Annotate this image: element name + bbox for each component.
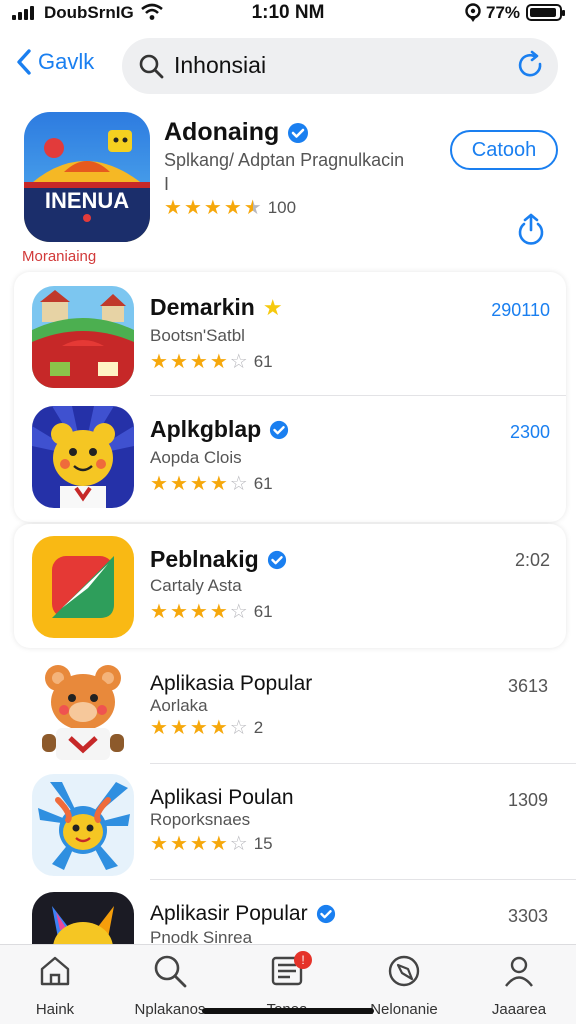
- star-rating: ★ ★ ★ ★ ☆: [150, 717, 248, 739]
- crown-icon: ★: [262, 294, 283, 320]
- featured-subtitle: Splkang/ Adptan Pragnulkacin I: [164, 148, 444, 196]
- rating-count: 2: [253, 718, 264, 737]
- list-item[interactable]: Aplikasir Popular Pnodk Sinrea 3303: [0, 880, 576, 944]
- featured-icon-text: INENUA: [45, 188, 129, 213]
- search-input-text[interactable]: Inhonsiai: [174, 52, 266, 79]
- star-icon: ★: [203, 197, 222, 219]
- list-item[interactable]: Aplkgblap Aopda Clois ★ ★ ★ ★ ☆ 61 2300: [14, 396, 566, 522]
- person-icon: [505, 956, 533, 987]
- featured-subtitle-text: Splkang/ Adptan Pragnulkacin: [164, 150, 405, 170]
- compass-icon: [388, 955, 420, 987]
- verified-icon: [270, 420, 289, 439]
- app-subtitle: Aopda Clois: [150, 448, 242, 467]
- verified-icon: [288, 122, 309, 143]
- star-icon: ★: [183, 197, 202, 219]
- status-bar: DoubSrnIG 1:10 NM 77%: [0, 0, 576, 26]
- rating-count: 15: [253, 834, 273, 853]
- back-label: Gavlk: [38, 49, 95, 74]
- app-rating: ★ ★ ★ ★ ☆ 61: [150, 474, 273, 494]
- app-title: Demarkin ★: [150, 294, 283, 321]
- app-subtitle: Cartaly Asta: [150, 576, 242, 595]
- list-item[interactable]: Demarkin ★ Bootsn'Satbl ★ ★ ★ ★ ☆ 61 290110: [14, 272, 566, 396]
- app-title: Peblnakig: [150, 546, 287, 573]
- download-count: 2:02: [514, 550, 550, 570]
- app-title: Aplikasia Popular: [150, 672, 312, 696]
- app-title: Aplikasir Popular: [150, 902, 336, 926]
- tab-label: Jaaarea: [491, 1001, 547, 1018]
- verified-icon: [267, 550, 286, 569]
- star-rating: ★ ★ ★ ★ ☆: [150, 351, 248, 373]
- search-icon: [138, 53, 164, 84]
- download-count: 2300: [509, 422, 550, 442]
- app-rating: ★ ★ ★ ★ ☆ 15: [150, 834, 273, 854]
- app-list-card: Peblnakig Cartaly Asta ★ ★ ★ ★ ☆ 61 2:02: [14, 524, 566, 648]
- featured-title-text: Adonaing: [164, 118, 280, 146]
- star-rating: ★ ★ ★ ★ ☆: [150, 601, 248, 623]
- featured-rating: ★ ★ ★ ★ ★ 100: [164, 198, 296, 218]
- back-button[interactable]: Gavlk: [16, 48, 94, 76]
- tab-label: Haink: [35, 1001, 75, 1018]
- tab-profile[interactable]: Jaaarea: [464, 951, 574, 1018]
- download-count: 1309: [507, 790, 548, 810]
- download-count: 290110: [491, 300, 550, 320]
- app-icon[interactable]: [32, 892, 134, 944]
- star-rating: ★ ★ ★ ★ ☆: [150, 473, 248, 495]
- app-subtitle: Aorlaka: [150, 696, 208, 715]
- home-indicator: [202, 1008, 374, 1014]
- rating-count: 61: [253, 352, 273, 371]
- app-icon[interactable]: [32, 406, 134, 508]
- app-title-text: Peblnakig: [150, 546, 259, 572]
- download-count: 3613: [507, 676, 548, 696]
- app-title: Aplikasi Poulan: [150, 786, 294, 810]
- featured-caption: Moraniaing: [22, 248, 97, 265]
- app-title: Aplkgblap: [150, 416, 289, 443]
- get-button[interactable]: Catooh: [450, 130, 558, 170]
- star-rating: ★ ★ ★ ★ ★: [164, 198, 262, 218]
- app-title-text: Aplikasia Popular: [150, 672, 313, 695]
- app-title-text: Aplikasir Popular: [150, 902, 308, 925]
- app-rating: ★ ★ ★ ★ ☆ 61: [150, 352, 273, 372]
- app-subtitle: Pnodk Sinrea: [150, 928, 253, 944]
- rating-count: 61: [253, 474, 273, 493]
- app-icon[interactable]: [32, 774, 134, 876]
- half-star-icon: ★: [243, 197, 262, 219]
- app-list-card: Demarkin ★ Bootsn'Satbl ★ ★ ★ ★ ☆ 61 290110 …: [14, 272, 566, 522]
- app-icon[interactable]: [32, 286, 134, 388]
- star-icon: ★: [164, 197, 182, 219]
- download-count: 3303: [507, 906, 548, 926]
- app-title-text: Aplkgblap: [150, 416, 262, 442]
- app-subtitle: Bootsn'Satbl: [150, 326, 245, 345]
- star-icon: ★: [223, 197, 242, 219]
- app-icon[interactable]: [32, 658, 134, 760]
- app-icon[interactable]: [32, 536, 134, 638]
- share-icon[interactable]: [516, 212, 546, 251]
- verified-icon: [316, 904, 335, 924]
- list-item[interactable]: Aplikasia Popular Aorlaka ★ ★ ★ ★ ☆ 2 3613: [0, 650, 576, 764]
- list-item[interactable]: Aplikasi Poulan Roporksnaes ★ ★ ★ ★ ☆ 15 130…: [0, 764, 576, 880]
- tab-home[interactable]: Haink: [0, 951, 110, 1018]
- chevron-left-icon: [17, 49, 31, 75]
- battery-icon: [526, 4, 565, 21]
- location-icon: [464, 3, 482, 28]
- featured-rating-count: 100: [267, 198, 297, 217]
- search-field[interactable]: Inhonsiai: [122, 38, 558, 94]
- app-rating: ★ ★ ★ ★ ☆ 61: [150, 602, 273, 622]
- star-rating: ★ ★ ★ ★ ☆: [150, 833, 248, 855]
- rating-count: 61: [253, 602, 273, 621]
- list-item[interactable]: Peblnakig Cartaly Asta ★ ★ ★ ★ ☆ 61 2:02: [14, 524, 566, 648]
- battery-percent: 77%: [486, 3, 521, 22]
- featured-subtitle-mark: I: [164, 174, 170, 194]
- notification-badge: !: [294, 951, 312, 969]
- featured-app-icon[interactable]: INENUA: [24, 112, 150, 242]
- app-rating: ★ ★ ★ ★ ☆ 2: [150, 718, 263, 738]
- app-subtitle: Roporksnaes: [150, 810, 251, 829]
- search-icon: [154, 955, 187, 988]
- refresh-icon[interactable]: [516, 50, 546, 85]
- featured-title[interactable]: Adonaing: [164, 118, 309, 147]
- app-title-text: Aplikasi Poulan: [150, 786, 294, 809]
- app-title-text: Demarkin: [150, 294, 255, 320]
- home-icon: [40, 956, 70, 986]
